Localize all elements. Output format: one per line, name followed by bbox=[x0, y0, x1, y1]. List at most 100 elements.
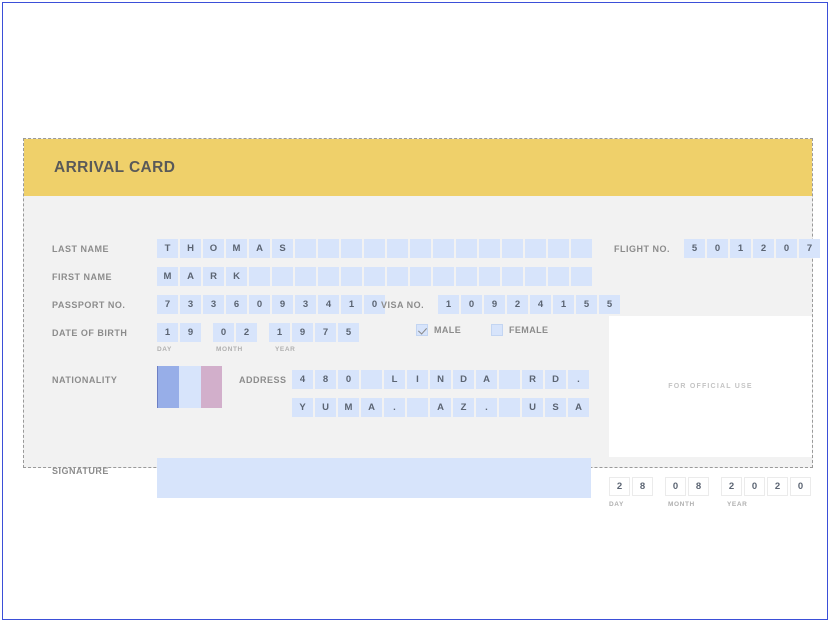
sex-male-checkbox[interactable]: MALE bbox=[416, 324, 461, 336]
char-box[interactable] bbox=[479, 267, 500, 286]
char-box[interactable] bbox=[499, 370, 520, 389]
char-box[interactable]: 7 bbox=[799, 239, 820, 258]
char-box[interactable]: 4 bbox=[530, 295, 551, 314]
char-box[interactable]: T bbox=[157, 239, 178, 258]
char-box[interactable]: A bbox=[568, 398, 589, 417]
char-box[interactable]: 2 bbox=[753, 239, 774, 258]
address-line1-field[interactable]: 480LINDARD. bbox=[292, 370, 589, 389]
char-box[interactable]: 9 bbox=[272, 295, 293, 314]
char-box[interactable] bbox=[318, 239, 339, 258]
char-box[interactable]: 0 bbox=[213, 323, 234, 342]
char-box[interactable]: 0 bbox=[776, 239, 797, 258]
char-box[interactable] bbox=[341, 267, 362, 286]
char-box[interactable]: Y bbox=[292, 398, 313, 417]
char-box[interactable]: A bbox=[476, 370, 497, 389]
char-box[interactable]: 7 bbox=[315, 323, 336, 342]
char-box[interactable]: M bbox=[226, 239, 247, 258]
char-box[interactable]: O bbox=[203, 239, 224, 258]
char-box[interactable]: 6 bbox=[226, 295, 247, 314]
char-box[interactable]: M bbox=[157, 267, 178, 286]
char-box[interactable]: 1 bbox=[269, 323, 290, 342]
char-box[interactable] bbox=[295, 267, 316, 286]
char-box[interactable]: 2 bbox=[767, 477, 788, 496]
char-box[interactable]: D bbox=[453, 370, 474, 389]
char-box[interactable]: . bbox=[384, 398, 405, 417]
char-box[interactable] bbox=[548, 267, 569, 286]
char-box[interactable] bbox=[361, 370, 382, 389]
char-box[interactable]: 8 bbox=[315, 370, 336, 389]
char-box[interactable]: 3 bbox=[295, 295, 316, 314]
char-box[interactable]: 3 bbox=[180, 295, 201, 314]
char-box[interactable]: 1 bbox=[730, 239, 751, 258]
char-box[interactable]: 2 bbox=[507, 295, 528, 314]
arrival-date-field[interactable]: 28 08 2020 bbox=[609, 477, 811, 496]
signature-box[interactable] bbox=[157, 458, 591, 498]
char-box[interactable]: 0 bbox=[249, 295, 270, 314]
char-box[interactable]: L bbox=[384, 370, 405, 389]
char-box[interactable]: D bbox=[545, 370, 566, 389]
address-line2-field[interactable]: YUMA.AZ.USA bbox=[292, 398, 589, 417]
char-box[interactable]: R bbox=[522, 370, 543, 389]
char-box[interactable]: U bbox=[522, 398, 543, 417]
char-box[interactable]: 8 bbox=[688, 477, 709, 496]
char-box[interactable]: 4 bbox=[292, 370, 313, 389]
char-box[interactable]: Z bbox=[453, 398, 474, 417]
char-box[interactable]: 1 bbox=[438, 295, 459, 314]
char-box[interactable] bbox=[387, 239, 408, 258]
char-box[interactable]: A bbox=[249, 239, 270, 258]
char-box[interactable]: M bbox=[338, 398, 359, 417]
char-box[interactable] bbox=[410, 239, 431, 258]
char-box[interactable]: K bbox=[226, 267, 247, 286]
char-box[interactable]: A bbox=[430, 398, 451, 417]
char-box[interactable]: 5 bbox=[684, 239, 705, 258]
char-box[interactable] bbox=[571, 267, 592, 286]
char-box[interactable]: 9 bbox=[292, 323, 313, 342]
char-box[interactable] bbox=[499, 398, 520, 417]
char-box[interactable] bbox=[364, 267, 385, 286]
char-box[interactable] bbox=[502, 239, 523, 258]
char-box[interactable]: A bbox=[361, 398, 382, 417]
char-box[interactable]: 1 bbox=[553, 295, 574, 314]
char-box[interactable]: 7 bbox=[157, 295, 178, 314]
char-box[interactable] bbox=[407, 398, 428, 417]
char-box[interactable]: 5 bbox=[576, 295, 597, 314]
char-box[interactable]: U bbox=[315, 398, 336, 417]
sex-female-checkbox[interactable]: FEMALE bbox=[491, 324, 548, 336]
char-box[interactable]: S bbox=[272, 239, 293, 258]
char-box[interactable]: 5 bbox=[338, 323, 359, 342]
char-box[interactable] bbox=[548, 239, 569, 258]
char-box[interactable]: 0 bbox=[790, 477, 811, 496]
char-box[interactable]: 2 bbox=[609, 477, 630, 496]
char-box[interactable]: 1 bbox=[341, 295, 362, 314]
flight-no-field[interactable]: 501207 bbox=[684, 239, 820, 258]
char-box[interactable] bbox=[525, 239, 546, 258]
char-box[interactable]: 0 bbox=[338, 370, 359, 389]
char-box[interactable] bbox=[341, 239, 362, 258]
char-box[interactable] bbox=[571, 239, 592, 258]
char-box[interactable] bbox=[433, 239, 454, 258]
checkbox-icon-female[interactable] bbox=[491, 324, 503, 336]
char-box[interactable]: 9 bbox=[484, 295, 505, 314]
char-box[interactable]: 0 bbox=[744, 477, 765, 496]
char-box[interactable] bbox=[433, 267, 454, 286]
char-box[interactable]: 0 bbox=[665, 477, 686, 496]
char-box[interactable] bbox=[410, 267, 431, 286]
char-box[interactable] bbox=[364, 239, 385, 258]
checkbox-icon-male[interactable] bbox=[416, 324, 428, 336]
char-box[interactable]: 2 bbox=[236, 323, 257, 342]
char-box[interactable]: 1 bbox=[157, 323, 178, 342]
char-box[interactable]: . bbox=[568, 370, 589, 389]
char-box[interactable] bbox=[387, 267, 408, 286]
char-box[interactable]: 9 bbox=[180, 323, 201, 342]
passport-no-field[interactable]: 7336093410 bbox=[157, 295, 385, 314]
char-box[interactable]: R bbox=[203, 267, 224, 286]
char-box[interactable]: H bbox=[180, 239, 201, 258]
char-box[interactable]: 5 bbox=[599, 295, 620, 314]
last-name-field[interactable]: THOMAS bbox=[157, 239, 592, 258]
date-of-birth-field[interactable]: 19 02 1975 bbox=[157, 323, 359, 342]
char-box[interactable] bbox=[318, 267, 339, 286]
char-box[interactable]: A bbox=[180, 267, 201, 286]
char-box[interactable] bbox=[479, 239, 500, 258]
nationality-flag[interactable] bbox=[157, 366, 222, 408]
char-box[interactable] bbox=[456, 239, 477, 258]
